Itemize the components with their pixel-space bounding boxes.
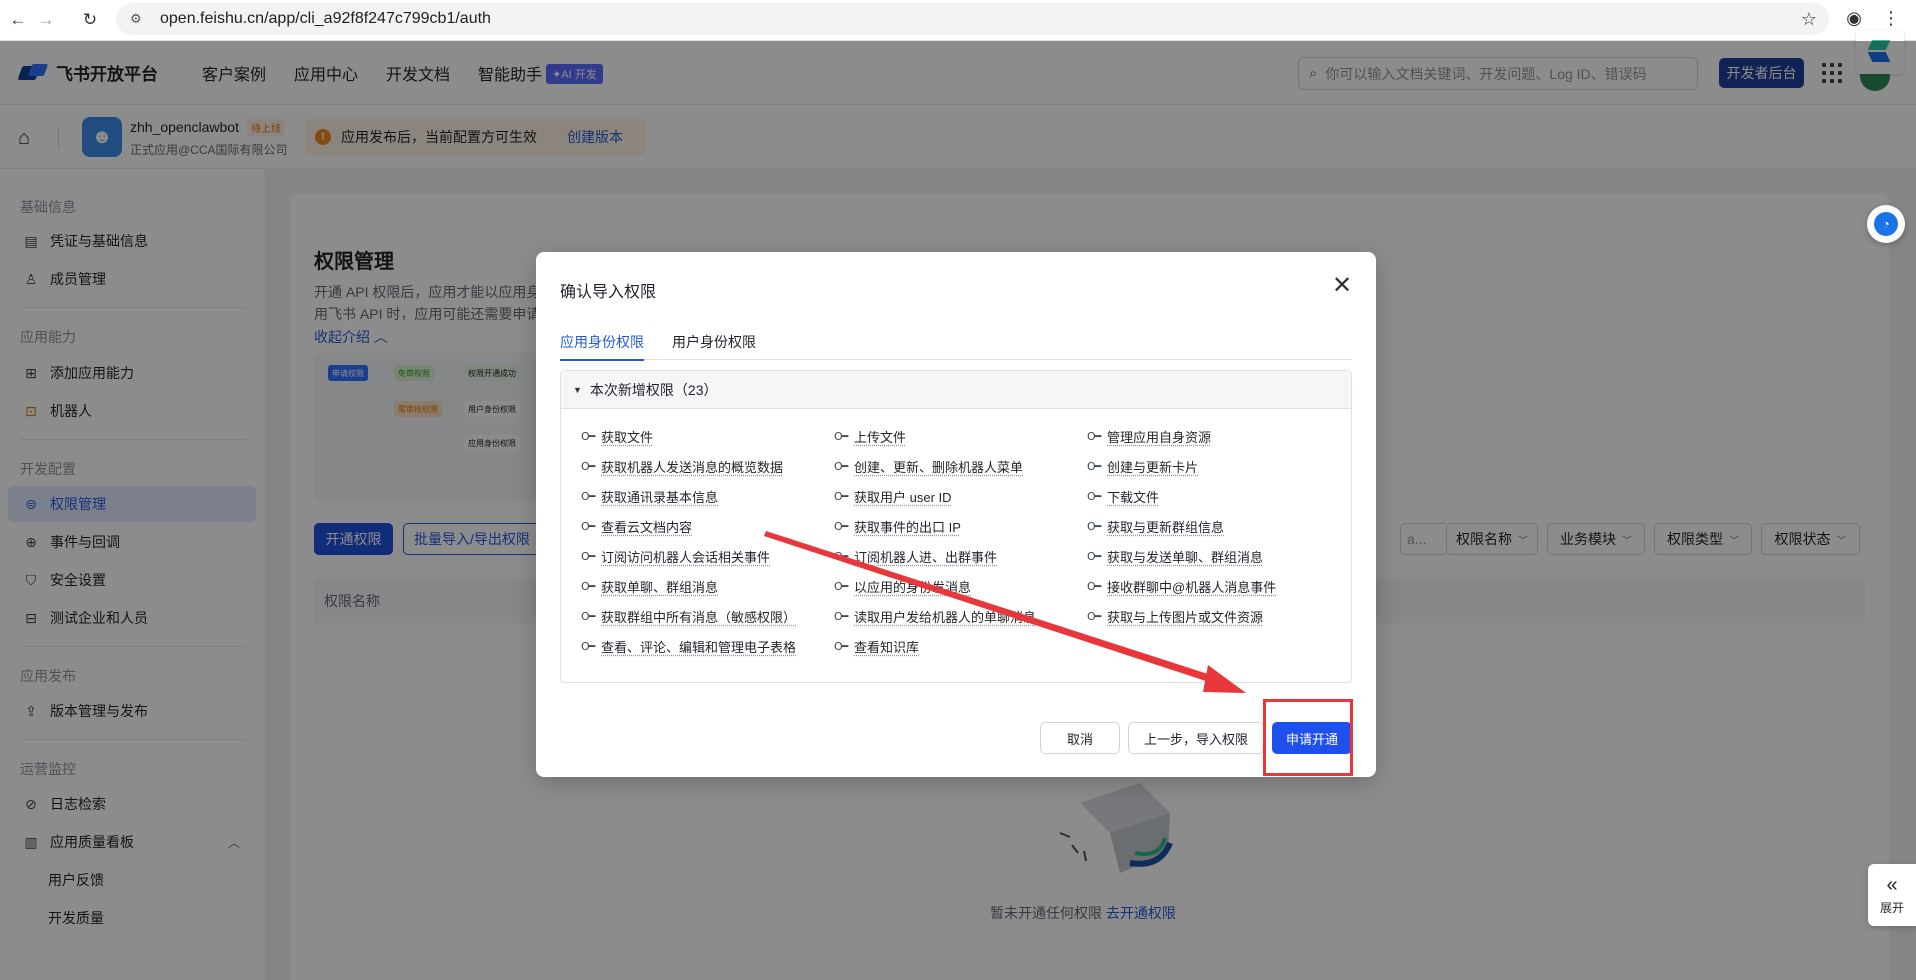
permission-name[interactable]: 查看云文档内容 (601, 517, 692, 536)
permission-name[interactable]: 创建、更新、删除机器人菜单 (854, 457, 1023, 476)
new-permissions-section: ▼ 本次新增权限（23） O━ 获取文件 O━ 上传文件 O━ 管理应用自身资源 O━ 获取机器… (560, 370, 1352, 683)
key-icon: O━ (1087, 610, 1101, 623)
permission-item: O━ 获取群组中所有消息（敏感权限） (581, 607, 834, 626)
key-icon: O━ (1087, 520, 1101, 533)
key-icon: O━ (834, 640, 848, 653)
section-header[interactable]: ▼ 本次新增权限（23） (561, 371, 1351, 409)
browser-toolbar: ← → ↻ ⚙ open.feishu.cn/app/cli_a92f8f247… (0, 0, 1916, 41)
key-icon: O━ (834, 550, 848, 563)
expand-panel-button[interactable]: « 展开 (1868, 864, 1916, 926)
tab-user-identity[interactable]: 用户身份权限 (672, 324, 756, 360)
key-icon: O━ (581, 550, 595, 563)
back-icon[interactable]: ← (4, 6, 32, 34)
permission-name[interactable]: 订阅机器人进、出群事件 (854, 547, 997, 566)
dialog-tabs: 应用身份权限 用户身份权限 (560, 324, 1352, 361)
key-icon: O━ (1087, 490, 1101, 503)
key-icon: O━ (1087, 580, 1101, 593)
permission-item: O━ 接收群聊中@机器人消息事件 (1087, 577, 1341, 596)
permission-name[interactable]: 订阅访问机器人会话相关事件 (601, 547, 770, 566)
permission-item: O━ 读取用户发给机器人的单聊消息 (834, 607, 1087, 626)
key-icon: O━ (581, 490, 595, 503)
permission-item: O━ 获取事件的出口 IP (834, 517, 1087, 536)
permission-item: O━ 创建与更新卡片 (1087, 457, 1341, 476)
permission-item: O━ 以应用的身份发消息 (834, 577, 1087, 596)
permission-name[interactable]: 获取文件 (601, 427, 653, 446)
permission-item: O━ 查看云文档内容 (581, 517, 834, 536)
permission-name[interactable]: 获取单聊、群组消息 (601, 577, 718, 596)
permission-name[interactable]: 获取与上传图片或文件资源 (1107, 607, 1263, 626)
permission-item: O━ 下载文件 (1087, 487, 1341, 506)
section-title: 本次新增权限（23） (589, 381, 718, 398)
key-icon: O━ (834, 580, 848, 593)
cancel-button[interactable]: 取消 (1040, 722, 1120, 754)
permission-item: O━ 查看知识库 (834, 637, 1087, 656)
permission-name[interactable]: 上传文件 (854, 427, 906, 446)
permission-name[interactable]: 获取通讯录基本信息 (601, 487, 718, 506)
menu-icon[interactable]: ⋮ (1882, 8, 1900, 29)
key-icon: O━ (1087, 550, 1101, 563)
tab-app-identity[interactable]: 应用身份权限 (560, 324, 644, 361)
permission-item: O━ 获取与上传图片或文件资源 (1087, 607, 1341, 626)
permission-item: O━ 上传文件 (834, 427, 1087, 446)
permission-name[interactable]: 查看知识库 (854, 637, 919, 656)
permission-name[interactable]: 管理应用自身资源 (1107, 427, 1211, 446)
permission-list: O━ 获取文件 O━ 上传文件 O━ 管理应用自身资源 O━ 获取机器人发送消息的概览数据 O━… (581, 427, 1341, 656)
permission-item: O━ 获取机器人发送消息的概览数据 (581, 457, 834, 476)
permission-name[interactable]: 创建与更新卡片 (1107, 457, 1198, 476)
confirm-import-dialog: 确认导入权限 ✕ 应用身份权限 用户身份权限 ▼ 本次新增权限（23） O━ 获取文… (536, 252, 1376, 777)
help-assistant-icon[interactable]: ◔ (1867, 205, 1905, 243)
reload-icon[interactable]: ↻ (76, 6, 104, 34)
permission-name[interactable]: 获取机器人发送消息的概览数据 (601, 457, 783, 476)
key-icon: O━ (1087, 430, 1101, 443)
permission-item: O━ 获取文件 (581, 427, 834, 446)
url-text: open.feishu.cn/app/cli_a92f8f247c799cb1/… (160, 10, 491, 27)
permission-name[interactable]: 获取与发送单聊、群组消息 (1107, 547, 1263, 566)
caret-down-icon: ▼ (573, 384, 582, 395)
permission-item: O━ 获取用户 user ID (834, 487, 1087, 506)
permission-name[interactable]: 获取事件的出口 IP (854, 517, 961, 536)
bookmark-star-icon[interactable]: ☆ (1801, 9, 1817, 30)
permission-item: O━ 获取通讯录基本信息 (581, 487, 834, 506)
key-icon: O━ (1087, 460, 1101, 473)
permission-item: O━ 获取单聊、群组消息 (581, 577, 834, 596)
annotation-highlight-box (1263, 699, 1353, 776)
key-icon: O━ (834, 430, 848, 443)
permission-item: O━ 订阅访问机器人会话相关事件 (581, 547, 834, 566)
dialog-title: 确认导入权限 (560, 284, 657, 301)
key-icon: O━ (581, 580, 595, 593)
double-chevron-left-icon: « (1886, 873, 1898, 896)
permission-name[interactable]: 下载文件 (1107, 487, 1159, 506)
previous-step-button[interactable]: 上一步，导入权限 (1128, 722, 1264, 754)
permission-item: O━ 创建、更新、删除机器人菜单 (834, 457, 1087, 476)
key-icon: O━ (834, 520, 848, 533)
profile-icon[interactable]: ◉ (1846, 8, 1862, 29)
key-icon: O━ (581, 430, 595, 443)
key-icon: O━ (581, 640, 595, 653)
permission-name[interactable]: 以应用的身份发消息 (854, 577, 971, 596)
permission-item: O━ 订阅机器人进、出群事件 (834, 547, 1087, 566)
key-icon: O━ (581, 460, 595, 473)
permission-item: O━ 查看、评论、编辑和管理电子表格 (581, 637, 834, 656)
permission-name[interactable]: 获取用户 user ID (854, 487, 952, 506)
expand-label: 展开 (1879, 900, 1904, 915)
permission-name[interactable]: 查看、评论、编辑和管理电子表格 (601, 637, 796, 656)
key-icon: O━ (581, 520, 595, 533)
permission-name[interactable]: 接收群聊中@机器人消息事件 (1107, 577, 1276, 596)
key-icon: O━ (834, 460, 848, 473)
permission-item: O━ 管理应用自身资源 (1087, 427, 1341, 446)
key-icon: O━ (834, 610, 848, 623)
permission-name[interactable]: 获取群组中所有消息（敏感权限） (601, 607, 796, 626)
key-icon: O━ (834, 490, 848, 503)
permission-item: O━ 获取与更新群组信息 (1087, 517, 1341, 536)
permission-name[interactable]: 读取用户发给机器人的单聊消息 (854, 607, 1036, 626)
forward-icon[interactable]: → (32, 6, 60, 34)
permission-name[interactable]: 获取与更新群组信息 (1107, 517, 1224, 536)
address-bar[interactable]: ⚙ open.feishu.cn/app/cli_a92f8f247c799cb… (116, 3, 1829, 35)
site-settings-icon[interactable]: ⚙ (130, 11, 150, 27)
close-icon[interactable]: ✕ (1328, 272, 1356, 300)
permission-item: O━ 获取与发送单聊、群组消息 (1087, 547, 1341, 566)
key-icon: O━ (581, 610, 595, 623)
